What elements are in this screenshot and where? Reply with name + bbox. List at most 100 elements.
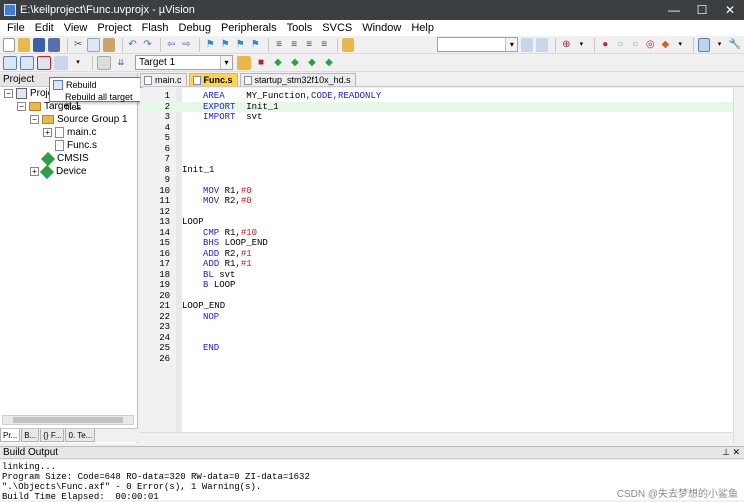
bookmark-toggle-icon[interactable]: ⚑ [204, 38, 216, 52]
menu-svcs[interactable]: SVCS [317, 22, 357, 34]
wrench-icon[interactable]: 🔧 [728, 38, 740, 52]
menu-view[interactable]: View [59, 22, 93, 34]
code-line[interactable]: 14 CMP R1,#10 [140, 228, 744, 239]
navigate-back-icon[interactable]: ⇦ [165, 38, 177, 52]
rebuild-icon[interactable] [37, 55, 51, 70]
debug-dropdown-icon[interactable]: ▾ [575, 38, 587, 52]
code-line[interactable]: 6 [140, 144, 744, 155]
tree-source-group[interactable]: − Source Group 1 [30, 113, 128, 126]
code-line[interactable]: 13 LOOP [140, 217, 744, 228]
menu-project[interactable]: Project [92, 22, 136, 34]
code-line[interactable]: 16 ADD R2,#1 [140, 249, 744, 260]
breakpoint-disable-icon[interactable]: ○ [629, 38, 641, 52]
breakpoint-enable-icon[interactable]: ○ [614, 38, 626, 52]
code-line[interactable]: 7 [140, 154, 744, 165]
code-line[interactable]: 22 NOP [140, 312, 744, 323]
code-editor[interactable]: 1 AREA MY_Function,CODE,READONLY 2 EXPORT I… [140, 88, 744, 443]
tree-project-root[interactable]: − Proje [4, 87, 53, 100]
open-file-icon[interactable] [18, 37, 31, 52]
stop-build-icon[interactable] [97, 55, 111, 70]
editor-vertical-scrollbar[interactable] [733, 88, 744, 443]
tab-templates[interactable]: 0. Te... [65, 429, 96, 442]
code-line[interactable]: 25 END [140, 343, 744, 354]
configure-dropdown-icon[interactable]: ▾ [674, 38, 686, 52]
code-line[interactable]: 4 [140, 123, 744, 134]
code-line[interactable]: 17 ADD R1,#1 [140, 259, 744, 270]
breakpoint-insert-icon[interactable]: ● [599, 38, 611, 52]
new-file-icon[interactable] [3, 37, 16, 52]
find-in-files-icon[interactable] [342, 37, 355, 52]
configure-icon[interactable]: ◆ [659, 38, 671, 52]
menu-debug[interactable]: Debug [174, 22, 216, 34]
tab-func-s[interactable]: Func.s [188, 73, 238, 86]
navigate-forward-icon[interactable]: ⇨ [180, 38, 192, 52]
bookmark-prev-icon[interactable]: ⚑ [219, 38, 231, 52]
undo-icon[interactable]: ↶ [126, 38, 138, 52]
unindent-icon[interactable]: ≡ [288, 38, 300, 52]
debug-session-icon[interactable]: ⊕ [560, 38, 572, 52]
minimize-button[interactable]: — [660, 0, 688, 20]
code-line[interactable]: 1 AREA MY_Function,CODE,READONLY [140, 91, 744, 102]
window-layout-icon[interactable] [698, 37, 711, 52]
collapse-icon[interactable]: − [4, 89, 13, 98]
tab-books[interactable]: B... [21, 429, 40, 442]
editor-horizontal-scrollbar[interactable] [140, 432, 733, 443]
code-line[interactable]: 15 BHS LOOP_END [140, 238, 744, 249]
uncomment-icon[interactable]: ≡ [318, 38, 330, 52]
tree-file-main[interactable]: + main.c [43, 126, 96, 139]
redo-icon[interactable]: ↷ [141, 38, 153, 52]
target-select[interactable]: Target 1 ▾ [135, 55, 233, 70]
comment-icon[interactable]: ≡ [303, 38, 315, 52]
code-line[interactable]: 18 BL svt [140, 270, 744, 281]
collapse-icon[interactable]: − [30, 115, 39, 124]
menu-help[interactable]: Help [406, 22, 439, 34]
manage-components-icon[interactable]: ◆ [271, 56, 285, 70]
collapse-icon[interactable]: − [17, 102, 26, 111]
menu-flash[interactable]: Flash [137, 22, 174, 34]
code-line[interactable]: 20 [140, 291, 744, 302]
select-packs-icon[interactable]: ◆ [288, 56, 302, 70]
code-line[interactable]: 26 [140, 354, 744, 365]
options-for-target-icon[interactable] [237, 55, 251, 70]
menu-window[interactable]: Window [357, 22, 406, 34]
cut-icon[interactable]: ✂ [72, 38, 84, 52]
batch-build-dropdown-icon[interactable]: ▾ [71, 56, 85, 70]
tree-device[interactable]: + Device [30, 164, 87, 179]
code-line[interactable]: 24 [140, 333, 744, 344]
bookmark-next-icon[interactable]: ⚑ [234, 38, 246, 52]
paste-icon[interactable] [102, 37, 115, 52]
tab-project[interactable]: Pr... [0, 429, 21, 442]
menu-peripherals[interactable]: Peripherals [216, 22, 282, 34]
copy-icon[interactable] [87, 37, 100, 52]
batch-build-icon[interactable] [54, 55, 68, 70]
code-line[interactable]: 19 B LOOP [140, 280, 744, 291]
device-database-icon[interactable]: ◆ [322, 56, 336, 70]
project-horizontal-scrollbar[interactable] [2, 415, 134, 425]
download-icon[interactable]: ⇊ [114, 56, 128, 70]
menu-edit[interactable]: Edit [30, 22, 59, 34]
code-line[interactable]: 2 EXPORT Init_1 [140, 101, 744, 112]
code-line[interactable]: 12 [140, 207, 744, 218]
tab-startup-s[interactable]: startup_stm32f10x_hd.s [239, 73, 356, 86]
find-icon[interactable] [521, 37, 534, 52]
pack-installer-icon[interactable]: ◆ [305, 56, 319, 70]
tree-cmsis[interactable]: CMSIS [40, 151, 89, 166]
code-line[interactable]: 5 [140, 133, 744, 144]
code-line[interactable]: 9 [140, 175, 744, 186]
menu-tools[interactable]: Tools [282, 22, 318, 34]
translate-icon[interactable] [3, 55, 17, 70]
expand-icon[interactable]: + [30, 167, 39, 176]
panel-controls[interactable]: ⊥ ✕ [722, 447, 740, 458]
incremental-find-icon[interactable] [536, 37, 549, 52]
tree-file-func[interactable]: Func.s [55, 139, 97, 152]
code-line[interactable]: 3 IMPORT svt [140, 112, 744, 123]
code-line[interactable]: 10 MOV R1,#0 [140, 186, 744, 197]
tab-functions[interactable]: {} F... [40, 429, 65, 442]
tab-main-c[interactable]: main.c [140, 73, 187, 86]
window-layout-dropdown-icon[interactable]: ▾ [713, 38, 725, 52]
save-icon[interactable] [33, 37, 46, 52]
menu-file[interactable]: File [2, 22, 30, 34]
code-line[interactable]: 21 LOOP_END [140, 301, 744, 312]
file-extensions-icon[interactable]: ■ [254, 56, 268, 70]
code-line[interactable]: 8 Init_1 [140, 165, 744, 176]
